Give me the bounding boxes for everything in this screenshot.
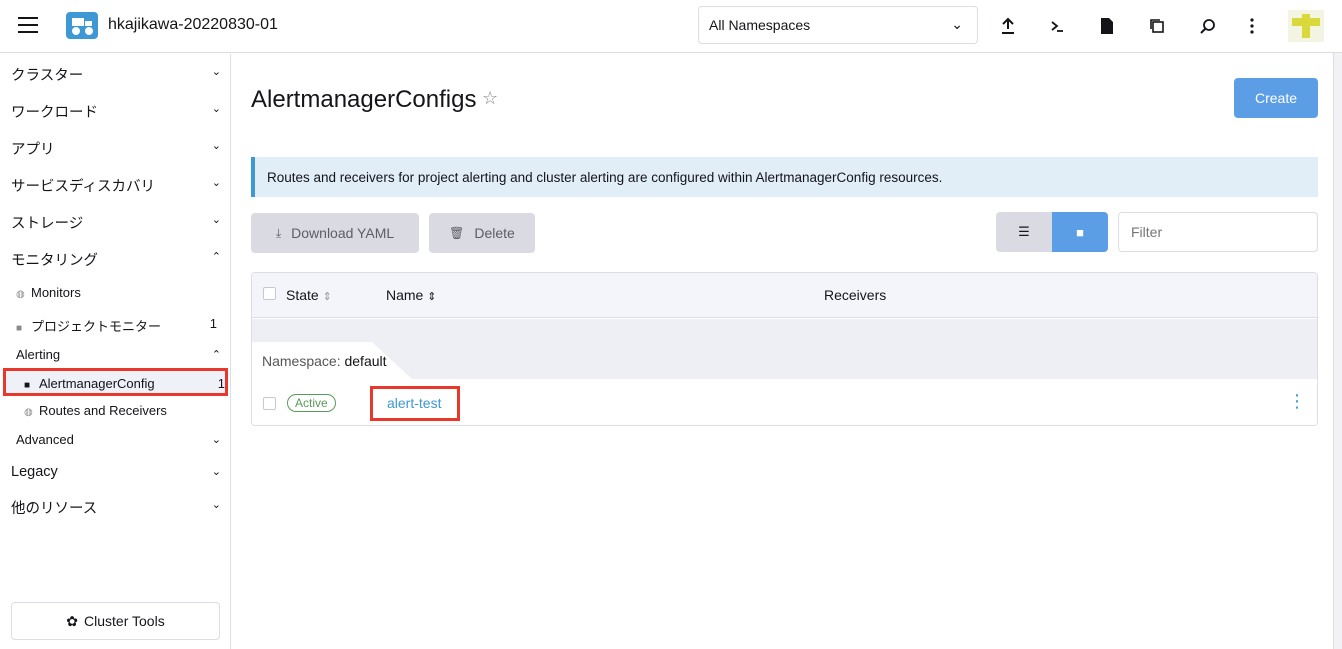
gear-icon: ✿ <box>66 612 79 629</box>
chevron-down-icon: ⌄ <box>211 140 221 152</box>
sidebar-group-alerting[interactable]: Alerting ⌃ <box>16 347 221 362</box>
table-row: Active alert-test ⋮ <box>252 379 1317 425</box>
sidebar-group-other-resources[interactable]: 他のリソース ⌄ <box>11 497 221 518</box>
sort-icon: ⇕ <box>427 291 437 303</box>
chevron-up-icon: ⌃ <box>211 349 221 361</box>
sidebar-item-routes-receivers[interactable]: ◍ Routes and Receivers <box>24 403 167 418</box>
group-label: Namespace: <box>262 353 341 369</box>
sort-icon: ⇕ <box>322 291 332 303</box>
create-button[interactable]: Create <box>1234 78 1318 118</box>
column-name[interactable]: Name ⇕ <box>386 287 436 303</box>
delete-button[interactable]: 🗑 Delete <box>429 213 535 253</box>
more-icon[interactable] <box>1240 14 1264 38</box>
column-state[interactable]: State ⇕ <box>286 287 332 303</box>
list-icon: ☰ <box>1018 224 1030 239</box>
download-yaml-button[interactable]: ⤓ Download YAML <box>251 213 419 253</box>
sidebar-group-label: Advanced <box>16 432 74 447</box>
count-badge: 1 <box>209 316 217 331</box>
sidebar-group-label: サービスディスカバリ <box>11 179 155 195</box>
sidebar-group-service-discovery[interactable]: サービスディスカバリ ⌄ <box>11 175 221 196</box>
star-icon[interactable]: ☆ <box>482 88 498 109</box>
list-view-toggle[interactable]: ☰ <box>996 212 1052 252</box>
cluster-tools-label: Cluster Tools <box>84 613 165 629</box>
avatar[interactable] <box>1288 10 1324 42</box>
folder-icon: ■ <box>1076 224 1084 240</box>
cluster-icon <box>66 12 98 39</box>
sidebar-group-legacy[interactable]: Legacy ⌄ <box>11 464 221 480</box>
sidebar-item-alertmanager-config[interactable]: ■ AlertmanagerConfig 1 <box>24 376 229 391</box>
namespace-select-value: All Namespaces <box>709 17 811 33</box>
globe-icon: ◍ <box>16 289 25 300</box>
row-actions-icon[interactable]: ⋮ <box>1288 391 1306 412</box>
row-checkbox[interactable] <box>263 397 276 410</box>
sidebar-group-label: クラスター <box>11 68 84 84</box>
sidebar-group-label: アプリ <box>11 142 55 158</box>
folder-icon: ■ <box>24 380 31 391</box>
sidebar-item-project-monitors[interactable]: ■ プロジェクトモニター 1 <box>16 316 229 335</box>
page-title: AlertmanagerConfigs <box>251 86 477 113</box>
globe-icon: ◍ <box>24 407 33 418</box>
download-yaml-label: Download YAML <box>291 225 395 241</box>
group-view-toggle[interactable]: ■ <box>1052 212 1108 252</box>
sidebar-item-label: Routes and Receivers <box>39 403 167 418</box>
terminal-icon[interactable] <box>1045 14 1069 38</box>
menu-icon[interactable] <box>18 17 38 33</box>
info-banner: Routes and receivers for project alertin… <box>251 157 1318 197</box>
column-label: Name <box>386 287 424 303</box>
sidebar-group-label: 他のリソース <box>11 501 98 517</box>
table-header: State ⇕ Name ⇕ Receivers <box>252 273 1317 318</box>
select-all-checkbox[interactable] <box>263 287 276 300</box>
cluster-tools-button[interactable]: ✿ Cluster Tools <box>11 602 220 640</box>
column-label: Receivers <box>824 287 887 303</box>
sidebar-item-label: プロジェクトモニター <box>31 319 162 334</box>
count-badge: 1 <box>217 376 225 391</box>
folder-icon: ■ <box>16 323 23 334</box>
sidebar-group-apps[interactable]: アプリ ⌄ <box>11 138 221 159</box>
group-value: default <box>344 353 387 369</box>
sidebar-group-label: ストレージ <box>11 216 84 232</box>
sidebar-group-label: Legacy <box>11 464 58 480</box>
top-header: hkajikawa-20220830-01 All Namespaces ⌄ <box>0 0 1342 53</box>
sidebar-group-monitoring[interactable]: モニタリング ⌃ <box>11 249 221 270</box>
chevron-down-icon: ⌄ <box>211 177 221 189</box>
download-icon: ⤓ <box>275 225 282 240</box>
sidebar-group-label: Alerting <box>16 347 61 362</box>
chevron-down-icon: ⌄ <box>211 214 221 226</box>
copy-config-icon[interactable] <box>1145 14 1169 38</box>
sidebar-group-label: モニタリング <box>11 253 98 269</box>
resource-table: State ⇕ Name ⇕ Receivers Namespace: defa… <box>251 272 1318 426</box>
sidebar-item-label: Monitors <box>31 285 81 300</box>
namespace-group-row: Namespace: default <box>252 319 1317 379</box>
sidebar-group-cluster[interactable]: クラスター ⌄ <box>11 64 221 85</box>
filter-input[interactable] <box>1118 212 1318 252</box>
chevron-down-icon: ⌄ <box>211 466 221 478</box>
upload-icon[interactable] <box>996 14 1020 38</box>
namespace-group-tab: Namespace: default <box>252 342 412 379</box>
column-label: State <box>286 287 319 303</box>
search-icon[interactable] <box>1195 14 1219 38</box>
sidebar-item-monitors[interactable]: ◍ Monitors <box>16 285 81 300</box>
delete-label: Delete <box>474 225 515 241</box>
resource-name-link[interactable]: alert-test <box>387 395 441 411</box>
status-badge: Active <box>287 394 336 412</box>
namespace-select[interactable]: All Namespaces ⌄ <box>698 6 978 44</box>
chevron-down-icon: ⌄ <box>211 499 221 511</box>
cluster-name: hkajikawa-20220830-01 <box>108 16 278 33</box>
sidebar-group-workload[interactable]: ワークロード ⌄ <box>11 101 221 122</box>
chevron-down-icon: ⌄ <box>211 434 221 446</box>
file-icon[interactable] <box>1095 14 1119 38</box>
trash-icon: 🗑 <box>449 226 465 240</box>
sidebar-item-label: AlertmanagerConfig <box>39 376 155 391</box>
chevron-down-icon: ⌄ <box>211 66 221 78</box>
sidebar-group-advanced[interactable]: Advanced ⌄ <box>16 432 221 447</box>
sidebar-group-label: ワークロード <box>11 105 98 121</box>
chevron-up-icon: ⌃ <box>211 251 221 263</box>
scrollbar[interactable] <box>1333 53 1342 649</box>
column-receivers: Receivers <box>824 287 886 303</box>
chevron-down-icon: ⌄ <box>951 16 963 32</box>
chevron-down-icon: ⌄ <box>211 103 221 115</box>
sidebar: クラスター ⌄ ワークロード ⌄ アプリ ⌄ サービスディスカバリ ⌄ ストレージ ⌄ モ… <box>0 54 231 649</box>
sidebar-group-storage[interactable]: ストレージ ⌄ <box>11 212 221 233</box>
